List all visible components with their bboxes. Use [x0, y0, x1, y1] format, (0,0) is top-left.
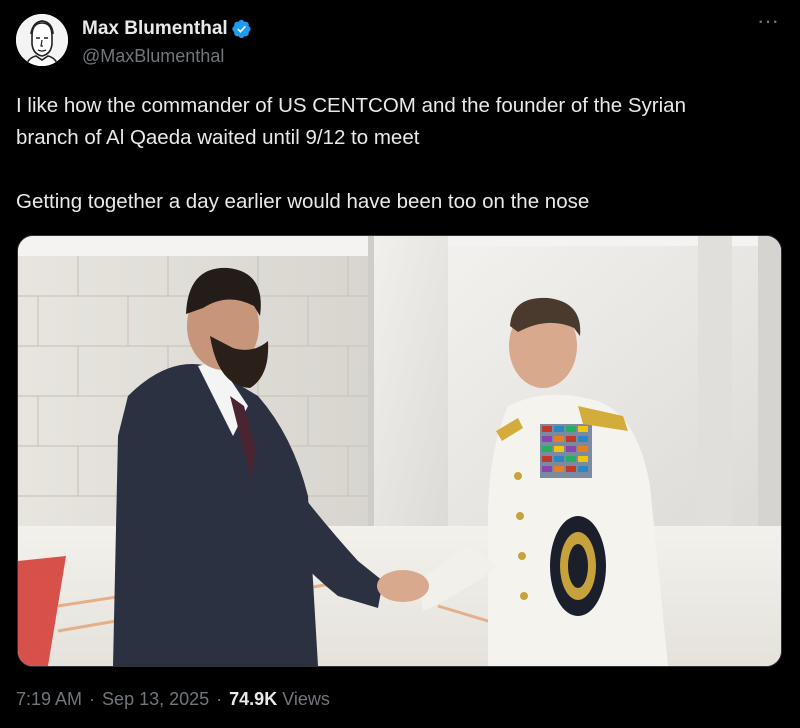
avatar[interactable]	[16, 14, 68, 66]
handshake-photo-illustration	[18, 236, 781, 666]
views-label[interactable]: Views	[282, 689, 330, 710]
tweet-text-line: Getting together a day earlier would hav…	[16, 190, 590, 213]
tweet-time[interactable]: 7:19 AM	[16, 689, 82, 710]
tweet-photo[interactable]	[17, 235, 782, 667]
verified-badge-icon[interactable]	[232, 19, 252, 39]
meta-separator: ·	[216, 689, 223, 709]
tweet-body: I like how the commander of US CENTCOM a…	[16, 90, 786, 218]
tweet-date[interactable]: Sep 13, 2025	[102, 689, 209, 710]
avatar-sketch-icon	[16, 14, 68, 66]
views-count[interactable]: 74.9K	[229, 689, 277, 710]
author-name[interactable]: Max Blumenthal	[82, 18, 228, 40]
more-options-button[interactable]: ···	[754, 10, 782, 38]
meta-separator: ·	[89, 689, 96, 709]
author-handle[interactable]: @MaxBlumenthal	[82, 46, 224, 67]
tweet-text-line: branch of Al Qaeda waited until 9/12 to …	[16, 126, 420, 149]
tweet-text-line: I like how the commander of US CENTCOM a…	[16, 94, 686, 117]
author-name-row[interactable]: Max Blumenthal	[82, 18, 252, 40]
tweet-header: Max Blumenthal @MaxBlumenthal ···	[16, 10, 784, 74]
tweet-meta: 7:19 AM · Sep 13, 2025 · 74.9K Views	[16, 689, 330, 710]
